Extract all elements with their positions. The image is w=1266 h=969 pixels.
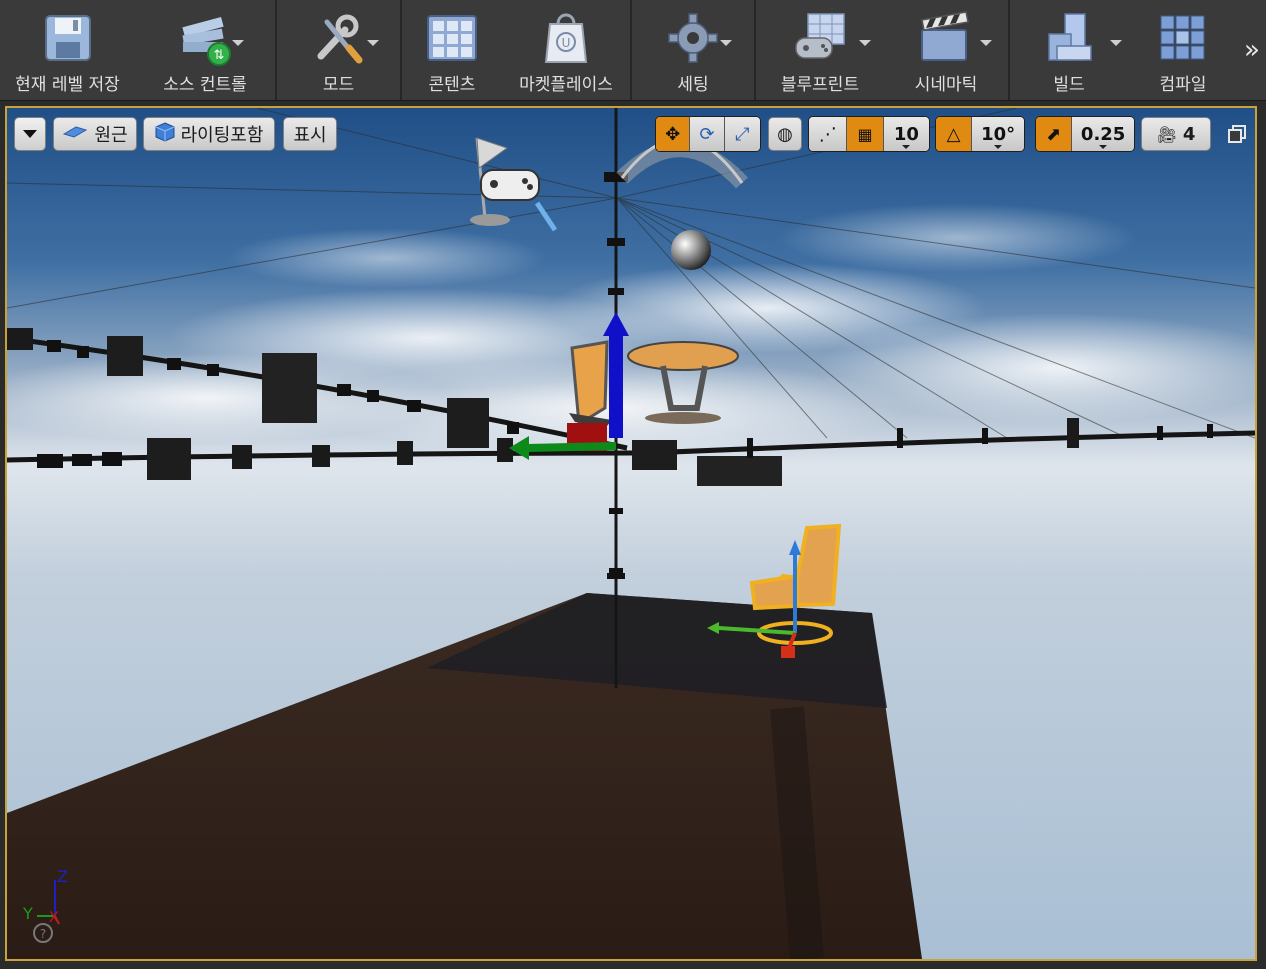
- scale-snap-value[interactable]: 0.25: [1072, 117, 1134, 151]
- content-label: 콘텐츠: [428, 75, 476, 95]
- rotate-mode-button[interactable]: ⟳: [690, 117, 724, 151]
- marketplace-icon: U: [536, 8, 596, 68]
- cinematics-label: 시네마틱: [914, 75, 978, 95]
- rotate-icon: ⟳: [699, 123, 715, 145]
- source-control-icon: ⇅: [175, 8, 235, 68]
- surface-snap-icon: ⋰: [818, 123, 837, 145]
- dropdown-arrow-icon: [23, 130, 37, 138]
- view-mode-perspective-button[interactable]: 원근: [53, 117, 137, 151]
- grid-snap-label: 10: [893, 123, 919, 145]
- modes-label: 모드: [322, 75, 355, 95]
- source-control-dropdown-icon[interactable]: [232, 40, 244, 46]
- build-button[interactable]: 빌드: [1010, 0, 1128, 100]
- modes-icon: [309, 8, 369, 68]
- lighting-mode-label: 라이팅포함: [180, 125, 264, 146]
- lighting-mode-button[interactable]: 라이팅포함: [143, 117, 275, 151]
- scale-arrows-icon: ⤢: [735, 123, 750, 145]
- settings-icon: [663, 8, 723, 68]
- settings-label: 세팅: [677, 75, 709, 95]
- toolbar-group-file: 현재 레벨 저장 ⇅ 소스 컨트롤: [0, 0, 277, 100]
- world-local-toggle-button[interactable]: ◍: [768, 117, 802, 151]
- camera-speed-button[interactable]: 🎥︎ 4: [1141, 117, 1211, 151]
- blueprints-button[interactable]: 블루프린트: [756, 0, 884, 100]
- y-axis-label: Y: [22, 904, 33, 923]
- source-control-button[interactable]: ⇅ 소스 컨트롤: [135, 0, 275, 100]
- maximize-viewport-button[interactable]: [1227, 124, 1247, 144]
- x-axis-label: X: [49, 910, 59, 926]
- move-arrows-icon: ✥: [665, 123, 681, 145]
- cinematics-dropdown-icon[interactable]: [980, 40, 992, 46]
- toolbar-group-modes: 모드: [277, 0, 402, 100]
- toolbar-group-settings: 세팅: [632, 0, 756, 100]
- toolbar-group-build: 빌드 컴파일: [1010, 0, 1238, 100]
- z-axis-label: Z: [57, 867, 68, 886]
- scale-mode-button[interactable]: ⤢: [724, 117, 760, 151]
- grid-snap-value[interactable]: 10: [883, 117, 929, 151]
- grid-snap-toolbar: ⋰ ▦ 10: [808, 116, 930, 152]
- build-dropdown-icon[interactable]: [1110, 40, 1122, 46]
- svg-text:U: U: [562, 36, 571, 50]
- toolbar-group-content: 콘텐츠 U 마켓플레이스: [402, 0, 632, 100]
- level-viewport[interactable]: 원근 라이팅포함 표시 ✥ ⟳ ⤢ ◍ ⋰ ▦ 10 △ 10° ⬈ 0.25 …: [5, 106, 1257, 961]
- transform-mode-toolbar: ✥ ⟳ ⤢: [655, 116, 761, 152]
- marketplace-label: 마켓플레이스: [519, 75, 613, 95]
- scale-snap-toggle[interactable]: ⬈: [1036, 117, 1072, 151]
- axis-indicator: Z Y X ?: [15, 866, 75, 946]
- scale-snap-toolbar: ⬈ 0.25: [1035, 116, 1135, 152]
- save-current-level-label: 현재 레벨 저장: [15, 75, 120, 95]
- rotation-snap-label: 10°: [981, 123, 1016, 145]
- content-icon: [422, 8, 482, 68]
- view-mode-label: 원근: [94, 125, 128, 146]
- perspective-icon: [62, 124, 88, 145]
- rotation-snap-toggle[interactable]: △: [936, 117, 972, 151]
- angle-icon: △: [946, 123, 961, 145]
- cinematics-icon: [916, 8, 976, 68]
- camera-speed-label: 4: [1182, 123, 1196, 145]
- show-flags-button[interactable]: 표시: [283, 117, 337, 151]
- scale-snap-icon: ⬈: [1046, 123, 1062, 145]
- settings-dropdown-icon[interactable]: [720, 40, 732, 46]
- blueprint-icon: [790, 8, 850, 68]
- double-chevron-right-icon: »: [1244, 35, 1260, 65]
- show-flags-label: 표시: [293, 125, 327, 146]
- compile-label: 컴파일: [1159, 75, 1207, 95]
- modes-button[interactable]: 모드: [277, 0, 400, 100]
- modes-dropdown-icon[interactable]: [367, 40, 379, 46]
- grid-icon: ▦: [857, 124, 873, 144]
- toolbar-group-blueprint: 블루프린트 시네마틱: [756, 0, 1010, 100]
- compile-icon: [1153, 8, 1213, 68]
- save-current-level-button[interactable]: 현재 레벨 저장: [0, 0, 135, 100]
- surface-snap-button[interactable]: ⋰: [809, 117, 847, 151]
- restore-window-icon: [1228, 125, 1246, 143]
- grid-snap-toggle[interactable]: ▦: [847, 117, 883, 151]
- content-button[interactable]: 콘텐츠: [402, 0, 502, 100]
- build-icon: [1039, 8, 1099, 68]
- source-control-label: 소스 컨트롤: [163, 75, 247, 95]
- cinematics-button[interactable]: 시네마틱: [884, 0, 1008, 100]
- scale-snap-label: 0.25: [1080, 123, 1126, 145]
- globe-icon: ◍: [777, 123, 793, 145]
- main-toolbar: 현재 레벨 저장 ⇅ 소스 컨트롤 모드 콘텐츠 U 마켓플레이스 세팅 블루프…: [0, 0, 1266, 101]
- save-icon: [38, 8, 98, 68]
- svg-text:⇅: ⇅: [214, 48, 225, 63]
- blueprints-label: 블루프린트: [780, 75, 860, 95]
- translate-mode-button[interactable]: ✥: [656, 117, 690, 151]
- viewport-options-button[interactable]: [14, 117, 46, 151]
- camera-icon: 🎥︎: [1156, 124, 1177, 144]
- blueprints-dropdown-icon[interactable]: [859, 40, 871, 46]
- help-glyph: ?: [40, 927, 46, 941]
- build-label: 빌드: [1053, 75, 1085, 95]
- rotation-snap-value[interactable]: 10°: [972, 117, 1024, 151]
- toolbar-overflow-button[interactable]: »: [1238, 0, 1266, 100]
- lit-cube-icon: [155, 121, 175, 147]
- compile-button[interactable]: 컴파일: [1128, 0, 1238, 100]
- viewport-scene[interactable]: [7, 108, 1255, 959]
- rotation-snap-toolbar: △ 10°: [935, 116, 1025, 152]
- marketplace-button[interactable]: U 마켓플레이스: [502, 0, 630, 100]
- reflection-capture-sphere[interactable]: [671, 230, 711, 270]
- settings-button[interactable]: 세팅: [632, 0, 754, 100]
